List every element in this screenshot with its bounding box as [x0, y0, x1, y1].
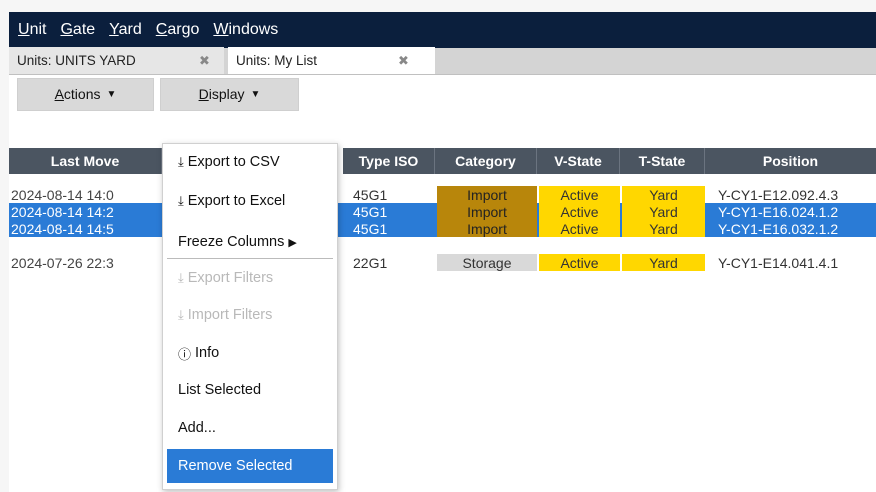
menu-separator [167, 258, 333, 259]
cell-type-iso[interactable]: 22G1 [353, 254, 433, 271]
column-header-type-iso[interactable]: Type ISO [343, 148, 435, 174]
menu-item-export-csv[interactable]: ⤓ Export to CSV [167, 146, 333, 178]
cell-category[interactable]: Storage [437, 254, 537, 271]
cell-type-iso[interactable]: 45G1 [353, 186, 433, 203]
menu-item-remove-selected[interactable]: Remove Selected [167, 449, 333, 483]
menu-item-freeze-columns[interactable]: Freeze Columns ▶ [167, 226, 333, 258]
download-icon: ⤓ [178, 307, 184, 322]
download-icon: ⤓ [178, 154, 184, 169]
actions-button[interactable]: Actions ▼ [17, 77, 154, 111]
caret-down-icon: ▼ [106, 88, 117, 100]
cell-v-state[interactable]: Active [539, 186, 620, 203]
menu-item-import-filters: ⤓ Import Filters [178, 307, 273, 323]
cell-v-state[interactable]: Active [539, 220, 620, 237]
cell-category[interactable]: Import [437, 220, 537, 237]
cell-position[interactable]: Y-CY1-E16.032.1.2 [718, 220, 876, 237]
tab-label: Units: My List [236, 53, 318, 68]
column-header-category[interactable]: Category [435, 148, 537, 174]
menu-unit[interactable]: Unit [18, 21, 46, 39]
cell-t-state[interactable]: Yard [622, 220, 705, 237]
menu-yard[interactable]: Yard [109, 21, 142, 39]
display-dropdown-menu: ⤓ Export to CSV ⤓ Export to Excel Freeze… [162, 143, 338, 490]
column-header-position[interactable]: Position [705, 148, 876, 174]
cell-last-move[interactable]: 2024-08-14 14:5 [11, 220, 161, 237]
cell-category[interactable]: Import [437, 203, 537, 220]
toolbar: Actions ▼ Display ▼ [9, 75, 876, 113]
info-icon: ⓘ [178, 346, 192, 362]
tab-label: Units: UNITS YARD [17, 53, 136, 68]
cell-last-move[interactable]: 2024-08-14 14:0 [11, 186, 161, 203]
tab-units-yard[interactable]: Units: UNITS YARD ✖ [9, 47, 224, 74]
menu-item-info[interactable]: ⓘ Info [167, 337, 333, 369]
menu-item-export-excel[interactable]: ⤓ Export to Excel [167, 185, 333, 217]
download-icon: ⤓ [178, 270, 184, 285]
column-header-v-state[interactable]: V-State [537, 148, 620, 174]
download-icon: ⤓ [178, 193, 184, 208]
cell-t-state[interactable]: Yard [622, 203, 705, 220]
display-button[interactable]: Display ▼ [160, 77, 299, 111]
column-header-t-state[interactable]: T-State [620, 148, 705, 174]
menu-cargo[interactable]: Cargo [156, 21, 200, 39]
tab-bar: Units: UNITS YARD ✖ Units: My List ✖ [9, 47, 876, 75]
menu-windows[interactable]: Windows [213, 21, 278, 39]
close-icon[interactable]: ✖ [199, 53, 210, 69]
cell-category[interactable]: Import [437, 186, 537, 203]
submenu-arrow-icon: ▶ [288, 236, 297, 249]
cell-position[interactable]: Y-CY1-E12.092.4.3 [718, 186, 876, 203]
cell-type-iso[interactable]: 45G1 [353, 220, 433, 237]
menu-bar: Unit Gate Yard Cargo Windows [9, 12, 876, 48]
menu-item-add[interactable]: Add... [167, 412, 333, 444]
close-icon[interactable]: ✖ [398, 53, 409, 69]
cell-last-move[interactable]: 2024-07-26 22:3 [11, 254, 161, 271]
cell-type-iso[interactable]: 45G1 [353, 203, 433, 220]
cell-t-state[interactable]: Yard [622, 186, 705, 203]
caret-down-icon: ▼ [250, 88, 261, 100]
cell-position[interactable]: Y-CY1-E16.024.1.2 [718, 203, 876, 220]
cell-v-state[interactable]: Active [539, 254, 620, 271]
cell-t-state[interactable]: Yard [622, 254, 705, 271]
tab-my-list[interactable]: Units: My List ✖ [228, 47, 435, 74]
app-window: Unit Gate Yard Cargo Windows Units: UNIT… [9, 12, 876, 492]
menu-item-list-selected[interactable]: List Selected [167, 374, 333, 406]
cell-position[interactable]: Y-CY1-E14.041.4.1 [718, 254, 876, 271]
cell-last-move[interactable]: 2024-08-14 14:2 [11, 203, 161, 220]
menu-gate[interactable]: Gate [60, 21, 95, 39]
column-header-last-move[interactable]: Last Move [9, 148, 162, 174]
menu-item-export-filters: ⤓ Export Filters [178, 270, 274, 286]
cell-v-state[interactable]: Active [539, 203, 620, 220]
